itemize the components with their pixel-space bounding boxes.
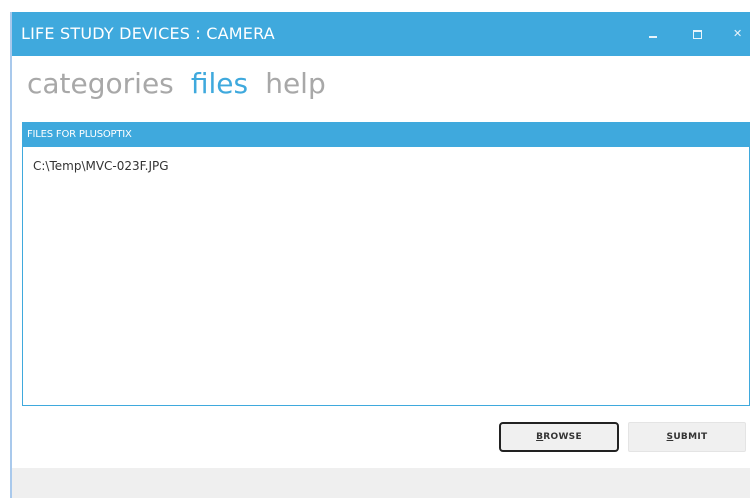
submit-button[interactable]: SUBMIT <box>628 422 746 452</box>
maximize-icon <box>693 30 702 39</box>
list-item[interactable]: C:\Temp\MVC-023F.JPG <box>33 159 169 173</box>
nav-item-categories[interactable]: categories <box>27 68 174 100</box>
files-panel: FILES FOR PLUSOPTIX C:\Temp\MVC-023F.JPG <box>22 122 750 406</box>
maximize-button[interactable] <box>686 22 710 46</box>
nav-item-files[interactable]: files <box>191 68 248 100</box>
close-icon: ✕ <box>733 27 743 40</box>
app-window: LIFE STUDY DEVICES : CAMERA ✕ categories… <box>10 12 750 498</box>
nav-item-help[interactable]: help <box>265 68 326 100</box>
browse-button[interactable]: BROWSE <box>499 422 619 452</box>
panel-header: FILES FOR PLUSOPTIX <box>23 123 749 147</box>
close-button[interactable]: ✕ <box>726 22 750 46</box>
file-list[interactable]: C:\Temp\MVC-023F.JPG <box>23 147 749 405</box>
panel-header-title: FILES FOR PLUSOPTIX <box>27 129 132 140</box>
content-area: categories files help FILES FOR PLUSOPTI… <box>12 56 750 468</box>
window-title: LIFE STUDY DEVICES : CAMERA <box>21 24 275 43</box>
browse-label: ROWSE <box>543 432 582 442</box>
submit-label: UBMIT <box>673 432 708 442</box>
footer-bar <box>12 468 750 498</box>
title-bar[interactable]: LIFE STUDY DEVICES : CAMERA ✕ <box>12 12 750 56</box>
screen: LIFE STUDY DEVICES : CAMERA ✕ categories… <box>0 0 750 498</box>
minimize-icon <box>649 36 657 38</box>
main-nav: categories files help <box>27 68 338 108</box>
minimize-button[interactable] <box>642 22 666 46</box>
